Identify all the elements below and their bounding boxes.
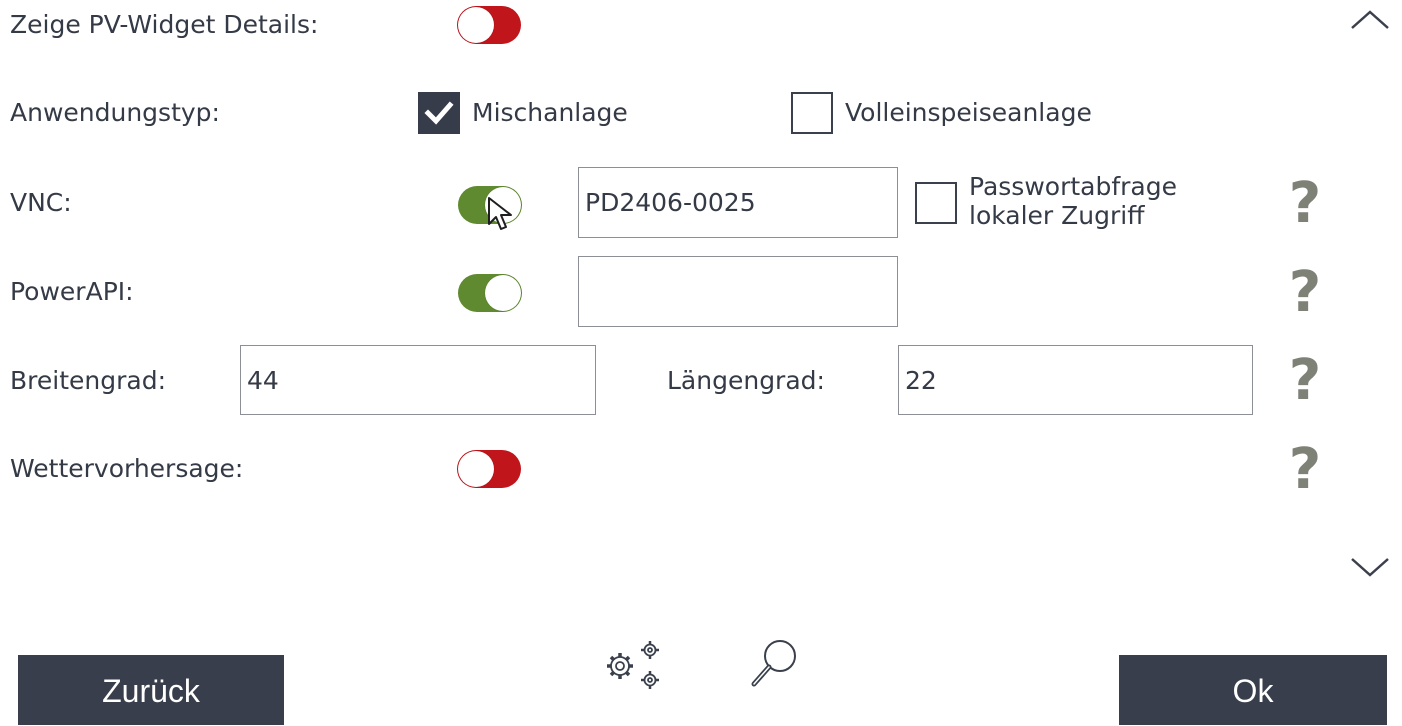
mischanlage-checkbox[interactable]: [418, 92, 460, 134]
help-icon[interactable]: ?: [1285, 440, 1325, 500]
help-icon[interactable]: ?: [1285, 351, 1325, 411]
weather-toggle[interactable]: [457, 450, 521, 488]
weather-label: Wettervorhersage:: [10, 454, 244, 483]
ok-button[interactable]: Ok: [1119, 655, 1387, 725]
vnc-id-field[interactable]: [578, 167, 898, 238]
password-prompt-line1: Passwortabfrage: [969, 172, 1177, 201]
gears-icon[interactable]: [598, 636, 666, 694]
mouse-pointer-icon: [488, 197, 512, 230]
toggle-knob: [458, 7, 494, 43]
powerapi-field[interactable]: [578, 256, 898, 327]
mischanlage-label[interactable]: Mischanlage: [472, 98, 628, 128]
password-prompt-line2: lokaler Zugriff: [969, 201, 1145, 230]
vnc-label: VNC:: [10, 188, 72, 217]
longitude-label: Längengrad:: [667, 366, 825, 395]
toggle-knob: [485, 275, 521, 311]
pv-widget-toggle[interactable]: [457, 6, 521, 44]
help-icon[interactable]: ?: [1285, 263, 1325, 323]
password-prompt-checkbox[interactable]: [915, 182, 957, 224]
chevron-down-icon[interactable]: [1350, 555, 1390, 579]
volleinspeiseanlage-checkbox[interactable]: [791, 92, 833, 134]
powerapi-label: PowerAPI:: [10, 277, 134, 306]
back-button[interactable]: Zurück: [18, 655, 284, 725]
chevron-up-icon[interactable]: [1350, 8, 1390, 32]
toggle-knob: [458, 451, 494, 487]
powerapi-toggle[interactable]: [458, 274, 522, 312]
latitude-field[interactable]: [240, 345, 596, 415]
password-prompt-label[interactable]: Passwortabfrage lokaler Zugriff: [969, 172, 1177, 230]
checkmark-icon: [424, 101, 454, 125]
longitude-field[interactable]: [898, 345, 1253, 415]
pv-widget-label: Zeige PV-Widget Details:: [10, 10, 319, 39]
magnifier-icon[interactable]: [748, 636, 802, 692]
volleinspeiseanlage-label[interactable]: Volleinspeiseanlage: [845, 98, 1092, 128]
latitude-label: Breitengrad:: [10, 366, 166, 395]
help-icon[interactable]: ?: [1285, 174, 1325, 234]
app-type-label: Anwendungstyp:: [10, 98, 220, 127]
